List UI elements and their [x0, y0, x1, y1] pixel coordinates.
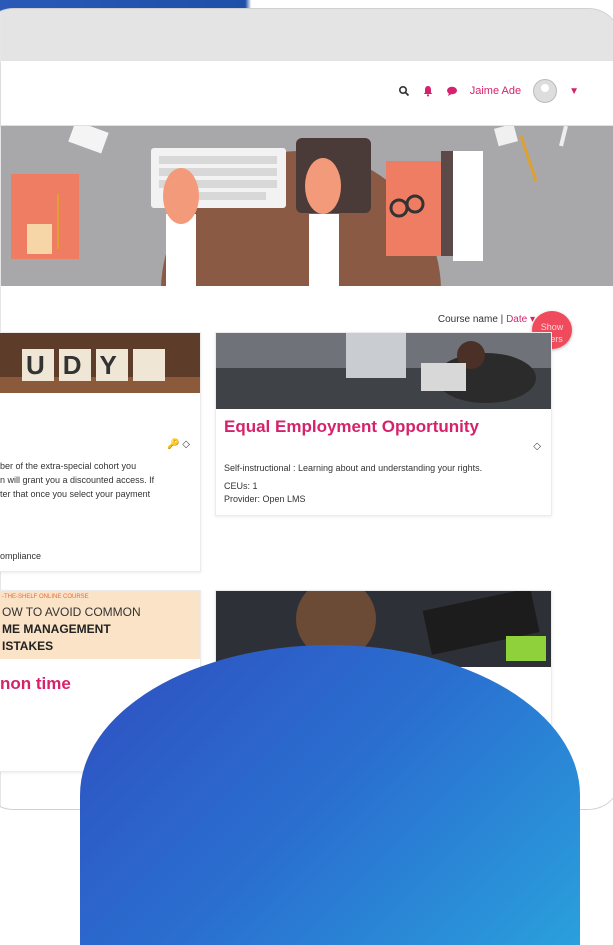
- tag-icon: ◇: [182, 439, 190, 450]
- course-2-title[interactable]: Equal Employment Opportunity: [224, 417, 479, 437]
- sort-separator: |: [500, 314, 504, 325]
- course-1-icons: 🔑 ◇: [167, 439, 190, 450]
- course-image-1-text: UDY: [26, 350, 135, 380]
- course-card-1[interactable]: UDY 🔑 ◇ ber of the extra-special cohort …: [0, 332, 201, 572]
- key-icon: 🔑: [167, 439, 180, 450]
- notification-bell-icon[interactable]: [422, 85, 434, 97]
- course-image-3: -THE-SHELF ONLINE COURSE OW TO AVOID COM…: [0, 591, 200, 659]
- course-image-1: UDY: [0, 333, 200, 393]
- site-navbar: Jaime Ade ▼: [1, 61, 613, 126]
- course-3-title[interactable]: non time: [0, 674, 71, 694]
- sort-controls: Course name | Date ▾: [438, 314, 535, 325]
- course-card-2[interactable]: Equal Employment Opportunity ◇ Self-inst…: [215, 332, 552, 516]
- user-avatar[interactable]: [533, 79, 558, 103]
- user-menu-chevron-down-icon[interactable]: ▼: [569, 86, 579, 97]
- course-2-description: Self-instructional : Learning about and …: [224, 463, 483, 473]
- search-icon[interactable]: [398, 85, 410, 97]
- decorative-blue-shape: [80, 645, 580, 945]
- hero-banner: [1, 126, 613, 286]
- course-2-ceus: CEUs: 1: [224, 481, 258, 491]
- course-1-tag: ompliance: [0, 551, 42, 561]
- course-2-tag-icon: ◇: [533, 441, 541, 452]
- messages-icon[interactable]: [446, 85, 458, 97]
- course-1-description: ber of the extra-special cohort you n wi…: [0, 461, 155, 499]
- course-2-provider: Provider: Open LMS: [224, 494, 306, 504]
- sort-date[interactable]: Date: [506, 314, 527, 325]
- user-name[interactable]: Jaime Ade: [470, 85, 521, 97]
- sort-course-name[interactable]: Course name: [438, 314, 498, 325]
- hero-illustration: [1, 126, 613, 286]
- course-image-2: [216, 333, 551, 409]
- browser-topbar: [1, 9, 613, 61]
